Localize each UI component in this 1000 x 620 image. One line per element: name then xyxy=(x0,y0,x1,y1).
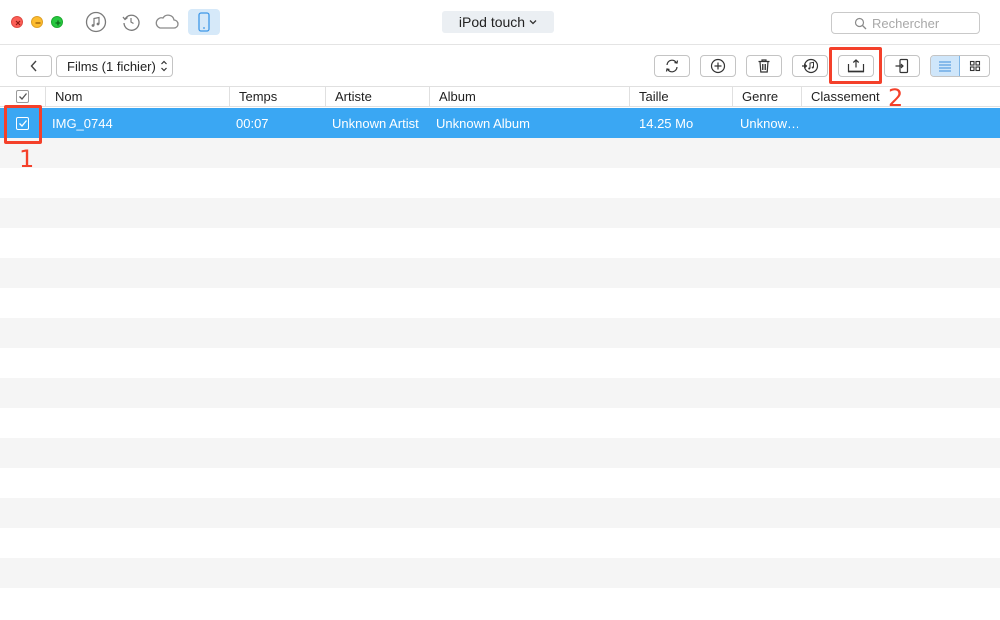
plus-circle-icon xyxy=(710,58,726,74)
column-label: Taille xyxy=(639,89,669,104)
category-selector[interactable]: Films (1 fichier) xyxy=(56,55,173,77)
itunes-transfer-icon xyxy=(802,58,819,74)
table-row[interactable]: IMG_0744 00:07 Unknown Artist Unknown Al… xyxy=(0,108,1000,138)
annotation-box-step-2 xyxy=(829,47,882,84)
category-label: Films (1 fichier) xyxy=(67,58,156,74)
table-header: Nom Temps Artiste Album Taille Genre Cla… xyxy=(0,86,1000,107)
cell-classement xyxy=(809,108,989,138)
empty-row xyxy=(0,468,1000,498)
annotation-box-step-1 xyxy=(4,105,42,144)
search-field[interactable] xyxy=(831,12,982,34)
select-all-column xyxy=(0,87,45,106)
empty-row xyxy=(0,228,1000,258)
column-label: Genre xyxy=(742,89,779,104)
cell-artiste: Unknown Artist xyxy=(332,115,419,131)
device-name: iPod touch xyxy=(458,14,526,30)
music-icon[interactable] xyxy=(80,9,112,35)
column-header-taille[interactable]: Taille xyxy=(629,87,732,106)
annotation-step-1: 1 xyxy=(19,145,35,173)
refresh-icon xyxy=(665,59,679,73)
minimize-window-button[interactable] xyxy=(31,16,43,28)
device-icon[interactable] xyxy=(188,9,220,35)
close-window-button[interactable] xyxy=(11,16,23,28)
add-button[interactable] xyxy=(700,55,736,77)
checkmark-icon xyxy=(18,93,27,100)
file-table: IMG_0744 00:07 Unknown Artist Unknown Al… xyxy=(0,108,1000,620)
column-header-artiste[interactable]: Artiste xyxy=(325,87,429,106)
empty-row xyxy=(0,438,1000,468)
refresh-button[interactable] xyxy=(654,55,690,77)
empty-row xyxy=(0,528,1000,558)
empty-row xyxy=(0,558,1000,588)
cell-taille: 14.25 Mo xyxy=(639,115,694,131)
empty-row xyxy=(0,318,1000,348)
export-to-device-icon xyxy=(895,58,909,74)
back-button[interactable] xyxy=(16,55,52,77)
maximize-window-button[interactable] xyxy=(51,16,63,28)
chevron-down-icon xyxy=(529,20,537,25)
search-icon xyxy=(854,17,867,30)
send-to-itunes-button[interactable] xyxy=(792,55,828,77)
empty-row xyxy=(0,498,1000,528)
search-input[interactable] xyxy=(872,15,982,31)
column-header-album[interactable]: Album xyxy=(429,87,629,106)
column-header-genre[interactable]: Genre xyxy=(732,87,801,106)
empty-row xyxy=(0,348,1000,378)
cell-genre: Unknow… xyxy=(740,115,798,131)
empty-row xyxy=(0,288,1000,318)
empty-row xyxy=(0,258,1000,288)
column-label: Artiste xyxy=(335,89,372,104)
column-label: Album xyxy=(439,89,476,104)
view-mode-toggle xyxy=(930,55,990,77)
title-bar: iPod touch xyxy=(0,0,1000,45)
cell-album: Unknown Album xyxy=(436,115,530,131)
empty-row xyxy=(0,138,1000,168)
updown-arrows-icon xyxy=(161,60,167,72)
column-header-nom[interactable]: Nom xyxy=(45,87,229,106)
empty-row xyxy=(0,168,1000,198)
delete-button[interactable] xyxy=(746,55,782,77)
empty-row xyxy=(0,588,1000,618)
trash-icon xyxy=(758,59,770,73)
column-label: Temps xyxy=(239,89,278,104)
column-label: Nom xyxy=(55,89,83,104)
cell-nom: IMG_0744 xyxy=(52,115,113,131)
device-selector[interactable]: iPod touch xyxy=(442,11,554,33)
empty-row xyxy=(0,378,1000,408)
export-to-device-button[interactable] xyxy=(884,55,920,77)
restore-icon[interactable] xyxy=(115,9,147,35)
annotation-step-2: 2 xyxy=(888,84,904,112)
column-label: Classement xyxy=(811,89,880,104)
column-header-temps[interactable]: Temps xyxy=(229,87,325,106)
chevron-left-icon xyxy=(30,60,37,72)
cloud-icon[interactable] xyxy=(151,9,183,35)
grid-view-button[interactable] xyxy=(960,56,989,76)
grid-icon xyxy=(969,60,980,72)
select-all-checkbox[interactable] xyxy=(16,90,29,103)
empty-row xyxy=(0,198,1000,228)
cell-temps: 00:07 xyxy=(236,115,269,131)
list-icon xyxy=(939,61,951,72)
list-view-button[interactable] xyxy=(931,56,961,76)
empty-row xyxy=(0,408,1000,438)
